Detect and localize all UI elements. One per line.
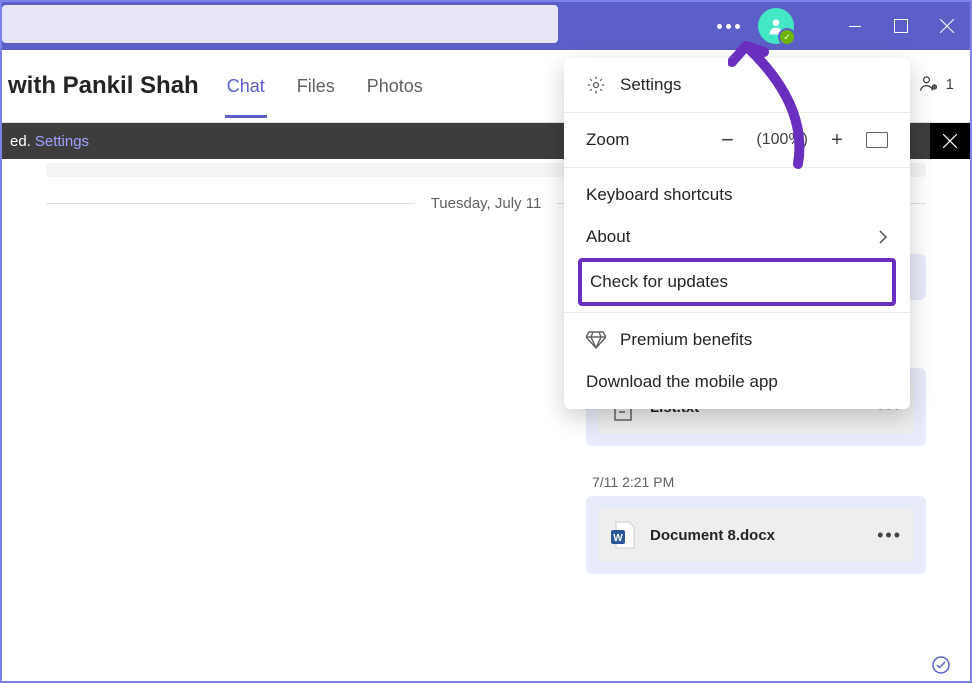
menu-item-download-mobile-app[interactable]: Download the mobile app — [564, 361, 910, 403]
menu-item-check-for-updates[interactable]: Check for updates — [578, 258, 896, 306]
avatar[interactable]: ✓ — [758, 8, 794, 44]
menu-item-settings[interactable]: Settings — [564, 64, 910, 106]
fullscreen-icon[interactable] — [866, 132, 888, 148]
zoom-out-button[interactable]: − — [718, 127, 736, 153]
zoom-value: (100%) — [756, 131, 808, 149]
zoom-in-button[interactable]: + — [828, 129, 846, 152]
menu-label: Keyboard shortcuts — [586, 185, 732, 205]
presence-badge: ✓ — [778, 28, 796, 46]
docx-file-icon: W — [610, 519, 636, 551]
message-bubble: W Document 8.docx ••• — [586, 496, 926, 574]
zoom-label: Zoom — [586, 130, 629, 150]
menu-item-keyboard-shortcuts[interactable]: Keyboard shortcuts — [564, 174, 910, 216]
menu-item-premium-benefits[interactable]: Premium benefits — [564, 319, 910, 361]
file-more-button[interactable]: ••• — [877, 525, 902, 546]
search-box[interactable] — [2, 5, 558, 43]
window-minimize-button[interactable] — [832, 2, 878, 50]
menu-item-zoom: Zoom − (100%) + — [564, 119, 910, 161]
menu-label: Check for updates — [590, 272, 728, 292]
svg-text:W: W — [613, 533, 623, 544]
sent-indicator-icon — [932, 656, 950, 674]
file-name: Document 8.docx — [650, 527, 863, 544]
menu-label: Download the mobile app — [586, 372, 778, 392]
tab-files[interactable]: Files — [295, 76, 337, 97]
banner-text: ed. — [10, 133, 31, 150]
message: 7/11 2:21 PM W Document 8.docx ••• — [586, 474, 926, 574]
chat-title: with Pankil Shah — [2, 72, 199, 100]
participants-count: 1 — [946, 76, 954, 93]
file-attachment[interactable]: W Document 8.docx ••• — [598, 508, 914, 562]
diamond-icon — [586, 330, 606, 350]
more-options-button[interactable] — [714, 14, 742, 38]
tab-photos[interactable]: Photos — [365, 76, 425, 97]
more-options-menu: Settings Zoom − (100%) + Keyboard shortc… — [564, 58, 910, 409]
message-time: 7/11 2:21 PM — [592, 474, 926, 490]
participants-button[interactable]: 1 — [918, 74, 954, 94]
titlebar: ✓ — [2, 2, 970, 50]
tab-chat[interactable]: Chat — [225, 76, 267, 97]
window-maximize-button[interactable] — [878, 2, 924, 50]
banner-settings-link[interactable]: Settings — [35, 133, 89, 150]
chevron-right-icon — [878, 229, 888, 245]
menu-label: About — [586, 227, 630, 247]
window-close-button[interactable] — [924, 2, 970, 50]
menu-label: Premium benefits — [620, 330, 752, 350]
gear-icon — [586, 75, 606, 95]
menu-item-about[interactable]: About — [564, 216, 910, 258]
menu-label: Settings — [620, 75, 681, 95]
banner-close-button[interactable] — [930, 123, 970, 159]
